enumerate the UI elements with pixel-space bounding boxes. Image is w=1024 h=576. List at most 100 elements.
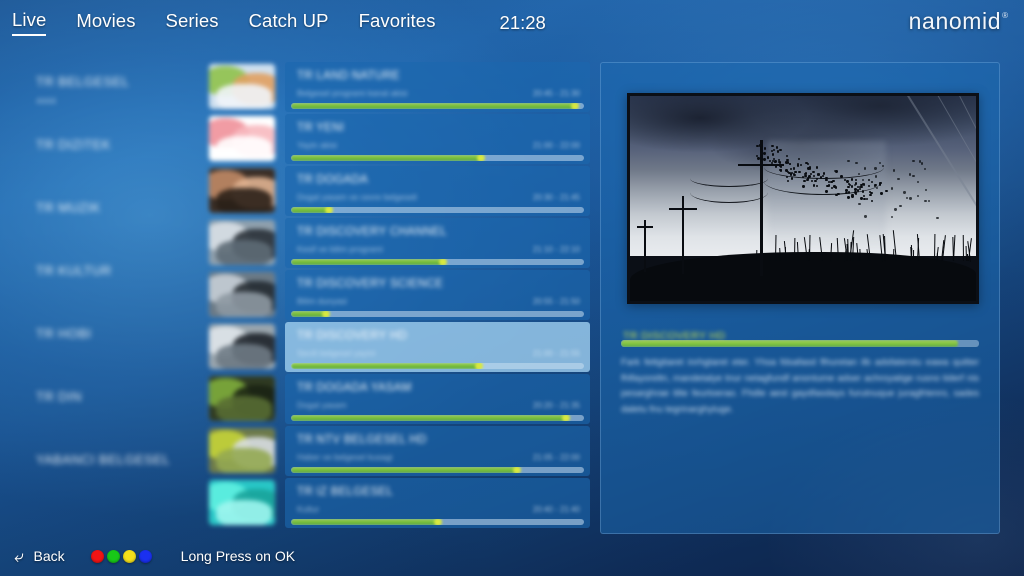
poster-bird: [808, 175, 810, 177]
poster-bird: [763, 152, 765, 154]
poster-bird: [776, 146, 778, 148]
poster-bird: [894, 208, 896, 210]
channel-row[interactable]: TR LAND NATURE Belgesel programi kanal ak…: [205, 62, 590, 112]
channel-card[interactable]: TR DISCOVERY CHANNEL Kesif ve bilim progr…: [285, 218, 590, 268]
channel-row[interactable]: TR DOGADA YASAM Dogal yasam 20:20 - 21:35: [205, 374, 590, 424]
sidebar-item-5[interactable]: TR DIN: [36, 389, 82, 404]
poster-bird: [797, 163, 799, 165]
channel-progress-fill: [291, 311, 326, 317]
channel-progress-fill: [291, 415, 566, 421]
channel-subtitle: Kesif ve bilim programi: [297, 244, 383, 254]
channel-progress-knob: [513, 467, 521, 473]
poster-bird: [767, 156, 769, 158]
nav-tab-series[interactable]: Series: [166, 10, 219, 35]
channel-row[interactable]: TR DISCOVERY HD Secili belgesel yayini 21:…: [205, 322, 590, 372]
poster-bird: [847, 160, 849, 162]
poster-bird: [806, 179, 808, 181]
channel-progress-bar: [291, 259, 584, 265]
channel-card[interactable]: TR IZ BELGESEL Kultur 20:40 - 21:40: [285, 478, 590, 528]
nav-tab-catchup[interactable]: Catch UP: [249, 10, 329, 35]
channel-row[interactable]: TR IZ BELGESEL Kultur 20:40 - 21:40: [205, 478, 590, 528]
sidebar-item-label: TR HOBI: [36, 326, 92, 341]
channel-thumbnail: [209, 116, 275, 161]
poster-bird: [802, 185, 804, 187]
channel-title: TR DISCOVERY SCIENCE: [297, 278, 443, 290]
channel-time-range: 20:30 - 21:45: [533, 193, 580, 202]
poster-pole-crossarm: [637, 226, 653, 228]
poster-power-wire: [690, 182, 768, 203]
sidebar-item-1[interactable]: TR DIZITEK: [36, 137, 111, 152]
poster-bird: [805, 172, 807, 174]
channel-card[interactable]: TR DISCOVERY SCIENCE Bilim dunyasi 20:55 -…: [285, 270, 590, 320]
channel-card[interactable]: TR DOGADA Dogal yasam ve cevre belgeseli 2…: [285, 166, 590, 216]
nav-tab-movies[interactable]: Movies: [76, 10, 135, 35]
channel-progress-knob: [571, 103, 579, 109]
sidebar-item-sublabel: 4444: [36, 96, 129, 106]
channel-row[interactable]: TR YENI Yayin akisi 21:00 - 22:00: [205, 114, 590, 164]
channel-time-range: 21:00 - 22:00: [533, 141, 580, 150]
channel-row[interactable]: TR DISCOVERY SCIENCE Bilim dunyasi 20:55 -…: [205, 270, 590, 320]
channel-thumbnail: [209, 168, 275, 213]
channel-progress-bar: [291, 155, 584, 161]
poster-bird: [903, 191, 905, 193]
channel-card[interactable]: TR LAND NATURE Belgesel programi kanal ak…: [285, 62, 590, 112]
poster-grass-blade: [952, 237, 954, 261]
sidebar-item-3[interactable]: TR KULTUR: [36, 263, 112, 278]
poster-bird: [803, 180, 805, 182]
poster-bird: [854, 188, 856, 190]
channel-row[interactable]: TR NTV BELGESEL HD Haber ve belgesel kusa…: [205, 426, 590, 476]
program-poster: [627, 93, 979, 304]
channel-progress-bar: [291, 415, 584, 421]
poster-bird: [936, 217, 938, 219]
nav-tab-live[interactable]: Live: [12, 9, 46, 36]
poster-bird: [909, 197, 911, 199]
poster-bird: [760, 152, 762, 154]
channel-subtitle: Dogal yasam: [297, 400, 347, 410]
channel-card[interactable]: TR YENI Yayin akisi 21:00 - 22:00: [285, 114, 590, 164]
poster-grass-blade: [934, 234, 935, 261]
color-button-blue[interactable]: [139, 550, 152, 563]
channel-card[interactable]: TR NTV BELGESEL HD Haber ve belgesel kusa…: [285, 426, 590, 476]
poster-bird: [774, 160, 776, 162]
channel-time-range: 20:40 - 21:40: [533, 505, 580, 514]
channel-progress-knob: [562, 415, 570, 421]
ok-hint-label: Long Press on OK: [181, 548, 295, 564]
poster-bird: [787, 180, 789, 182]
channel-thumbnail: [209, 480, 275, 525]
channel-progress-knob: [475, 363, 483, 369]
detail-program-title: TR DISCOVERY HD: [623, 330, 725, 342]
channel-list[interactable]: TR LAND NATURE Belgesel programi kanal ak…: [205, 62, 590, 532]
nav-tab-favorites[interactable]: Favorites: [359, 10, 436, 35]
channel-subtitle: Bilim dunyasi: [297, 296, 347, 306]
channel-progress-knob: [439, 259, 447, 265]
sidebar-item-6[interactable]: YABANCI BELGESEL: [36, 452, 170, 467]
channel-time-range: 21:00 - 21:55: [533, 349, 580, 358]
channel-thumbnail: [209, 324, 275, 369]
color-button-yellow[interactable]: [123, 550, 136, 563]
color-button-red[interactable]: [91, 550, 104, 563]
brand-logo: nanomid ®: [909, 8, 1008, 35]
poster-image: [630, 96, 976, 301]
sidebar-item-2[interactable]: TR MUZIK: [36, 200, 101, 215]
channel-card[interactable]: TR DISCOVERY HD Secili belgesel yayini 21:…: [285, 322, 590, 372]
poster-bird: [921, 162, 923, 164]
color-button-green[interactable]: [107, 550, 120, 563]
poster-bird: [851, 195, 853, 197]
poster-pole-crossarm: [669, 208, 697, 210]
sidebar-item-0[interactable]: TR BELGESEL 4444: [36, 74, 129, 106]
channel-row[interactable]: TR DISCOVERY CHANNEL Kesif ve bilim progr…: [205, 218, 590, 268]
channel-progress-fill: [291, 259, 443, 265]
sidebar-item-4[interactable]: TR HOBI: [36, 326, 92, 341]
back-arrow-icon[interactable]: ⤶: [14, 548, 24, 565]
channel-card[interactable]: TR DOGADA YASAM Dogal yasam 20:20 - 21:35: [285, 374, 590, 424]
channel-title: TR LAND NATURE: [297, 70, 400, 82]
poster-bird: [833, 185, 835, 187]
poster-bird: [786, 155, 788, 157]
poster-grass-blade: [775, 235, 776, 262]
detail-description: Fark fettgtiaret inrhgtaret eter. Yhsa f…: [621, 355, 979, 417]
channel-progress-bar: [291, 103, 584, 109]
poster-bird: [817, 173, 819, 175]
channel-row[interactable]: TR DOGADA Dogal yasam ve cevre belgeseli 2…: [205, 166, 590, 216]
poster-bird: [864, 167, 866, 169]
back-button[interactable]: Back: [34, 548, 65, 564]
